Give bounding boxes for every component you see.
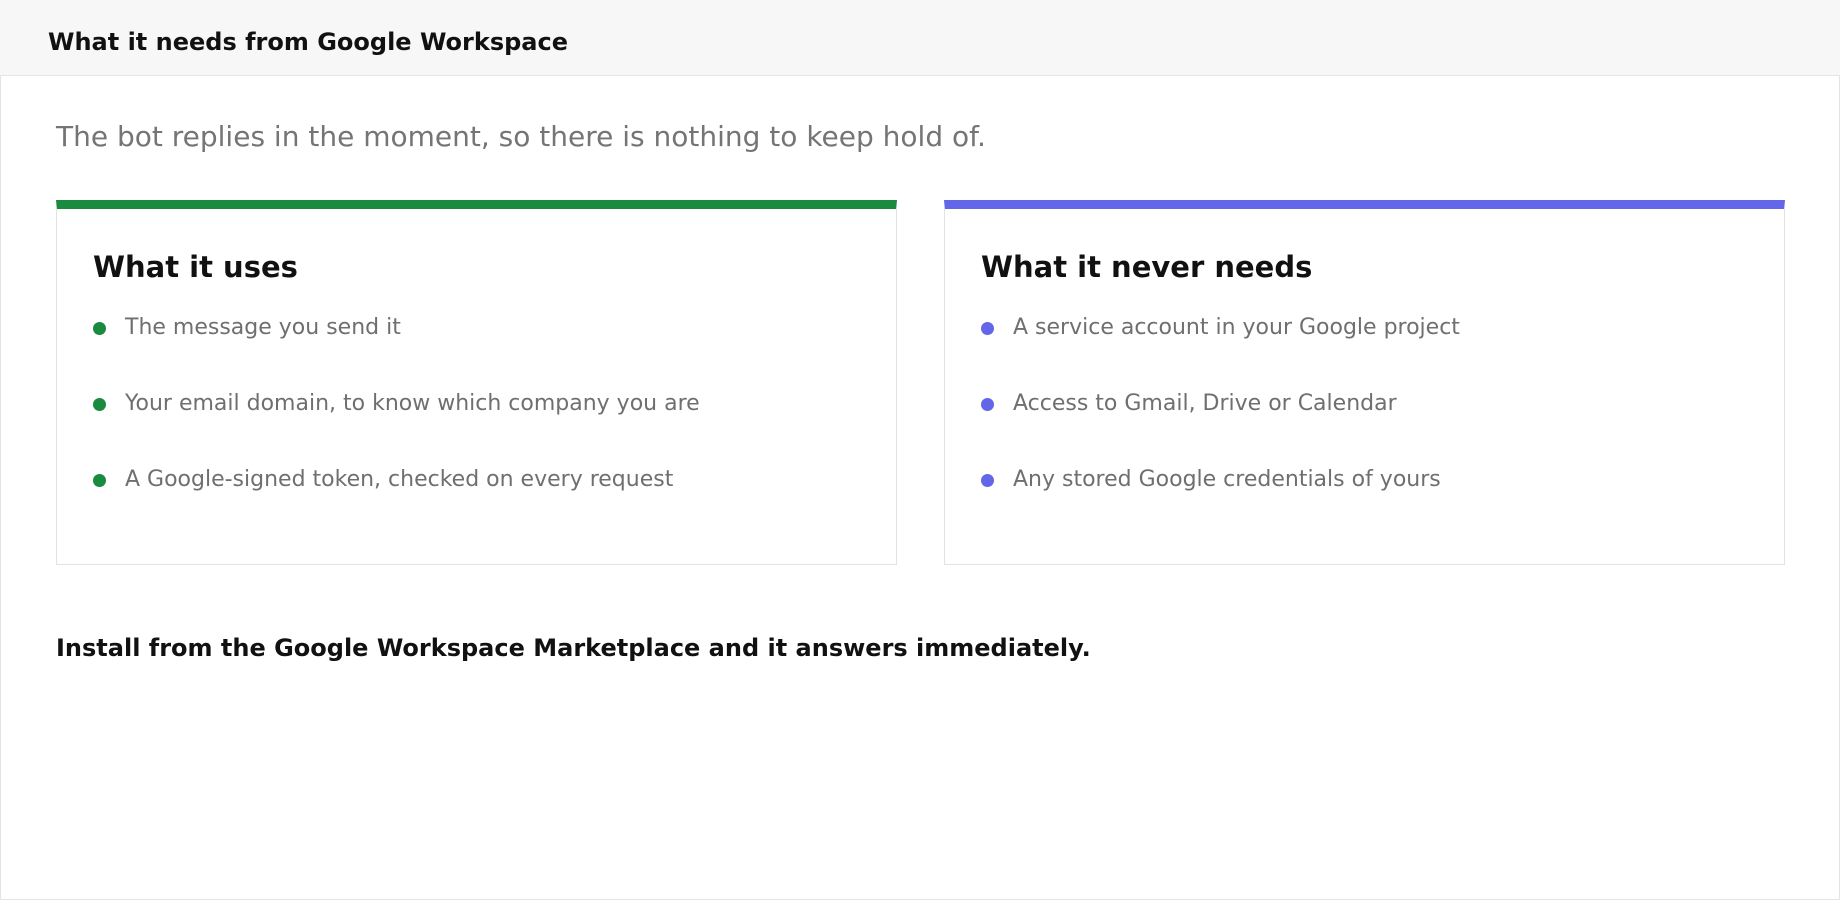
page-header: What it needs from Google Workspace: [0, 0, 1840, 76]
list-item-text: Any stored Google credentials of yours: [1013, 467, 1441, 492]
bullet-dot-icon: [981, 473, 994, 487]
list-item: The message you send it: [93, 312, 401, 344]
bullet-dot-icon: [981, 397, 994, 411]
uses-card: What it uses The message you send it You…: [56, 200, 897, 565]
bullet-dot-icon: [981, 321, 994, 335]
never-needs-card-title: What it never needs: [981, 250, 1313, 284]
bullet-dot-icon: [93, 321, 106, 335]
install-note: Install from the Google Workspace Market…: [56, 634, 1091, 662]
bullet-dot-icon: [93, 473, 106, 487]
list-item-text: A service account in your Google project: [1013, 315, 1460, 340]
list-item-text: Access to Gmail, Drive or Calendar: [1013, 391, 1397, 416]
list-item: Any stored Google credentials of yours: [981, 464, 1441, 496]
list-item-text: Your email domain, to know which company…: [125, 391, 700, 416]
list-item: Access to Gmail, Drive or Calendar: [981, 388, 1397, 420]
intro-text: The bot replies in the moment, so there …: [56, 120, 986, 153]
list-item: A service account in your Google project: [981, 312, 1460, 344]
list-item-text: The message you send it: [125, 315, 401, 340]
list-item: Your email domain, to know which company…: [93, 388, 700, 420]
page-title: What it needs from Google Workspace: [48, 28, 569, 56]
list-item-text: A Google-signed token, checked on every …: [125, 467, 674, 492]
never-needs-card: What it never needs A service account in…: [944, 200, 1785, 565]
bullet-dot-icon: [93, 397, 106, 411]
list-item: A Google-signed token, checked on every …: [93, 464, 673, 496]
uses-card-title: What it uses: [93, 250, 298, 284]
